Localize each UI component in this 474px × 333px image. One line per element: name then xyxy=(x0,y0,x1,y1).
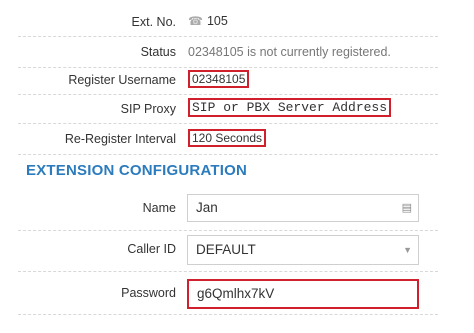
caller-id-selected: DEFAULT xyxy=(196,242,256,257)
register-username-value: 02348105 xyxy=(188,70,250,88)
phone-icon: ☎ xyxy=(188,14,203,28)
dropdown-caret-icon[interactable]: ▼ xyxy=(403,236,412,264)
name-input[interactable]: Jan ▤ xyxy=(187,194,419,222)
caller-id-select[interactable]: DEFAULT ▼ xyxy=(187,235,419,265)
status-row: Status 02348105 is not currently registe… xyxy=(18,37,438,68)
name-label: Name xyxy=(142,201,176,215)
register-username-label: Register Username xyxy=(68,73,176,87)
reregister-row: Re-Register Interval 120 Seconds xyxy=(18,124,438,155)
status-value: 02348105 is not currently registered. xyxy=(188,45,391,59)
sip-proxy-label: SIP Proxy xyxy=(120,102,176,116)
ext-label: Ext. No. xyxy=(131,15,176,29)
ext-row: Ext. No. ☎ 105 xyxy=(18,8,438,37)
sip-proxy-row: SIP Proxy SIP or PBX Server Address xyxy=(18,95,438,124)
reregister-label: Re-Register Interval xyxy=(64,132,176,146)
register-username-row: Register Username 02348105 xyxy=(18,68,438,95)
contact-card-icon[interactable]: ▤ xyxy=(402,195,412,221)
status-label: Status xyxy=(140,45,176,59)
password-input[interactable]: g6Qmlhx7kV xyxy=(187,279,419,309)
reregister-value: 120 Seconds xyxy=(188,129,267,147)
name-input-value: Jan xyxy=(196,200,218,215)
ext-value: ☎ 105 xyxy=(188,14,228,28)
ext-number: 105 xyxy=(206,14,228,28)
sip-proxy-value: SIP or PBX Server Address xyxy=(188,98,392,117)
caller-id-label: Caller ID xyxy=(127,242,176,256)
password-label: Password xyxy=(121,286,176,300)
password-input-value: g6Qmlhx7kV xyxy=(197,286,275,301)
section-title: EXTENSION CONFIGURATION xyxy=(26,162,247,179)
